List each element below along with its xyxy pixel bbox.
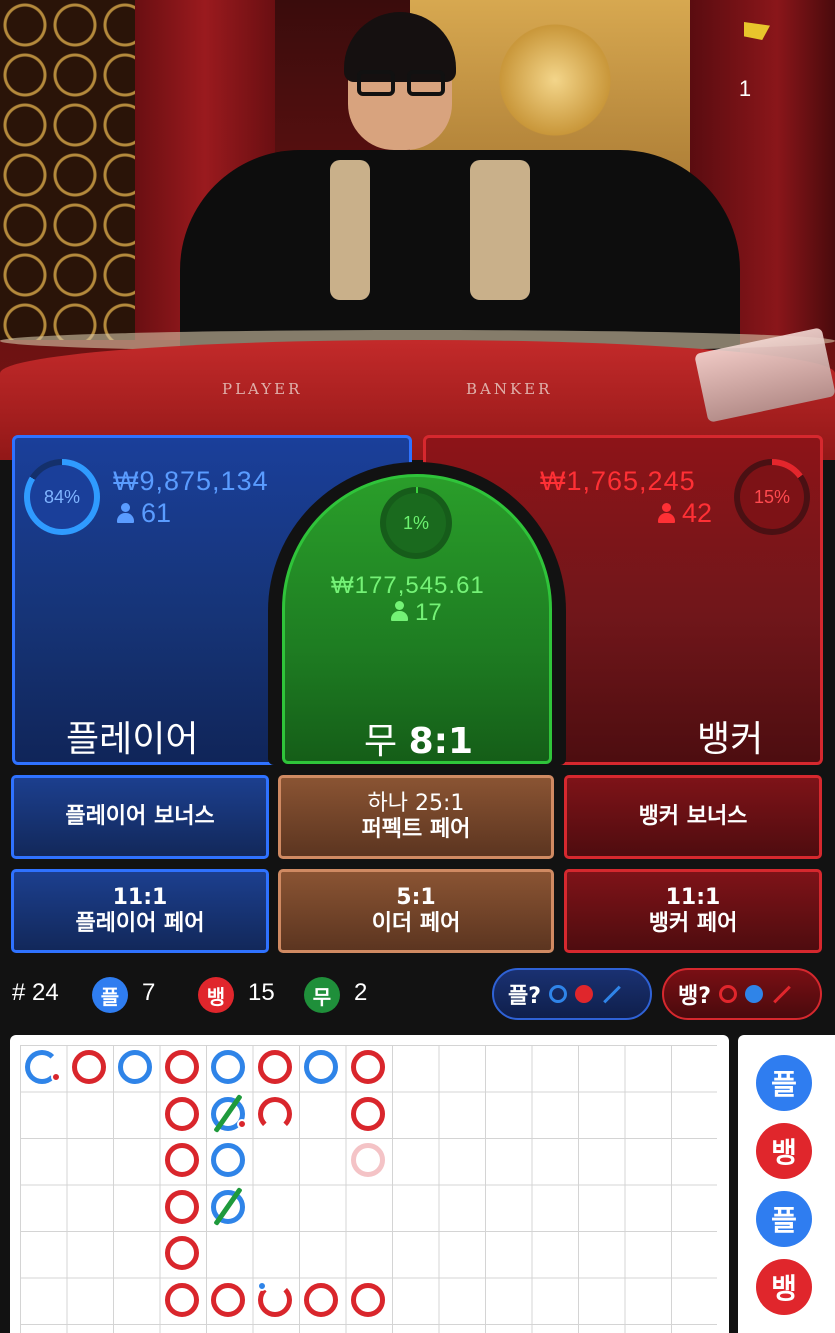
tie-label-text: 무 <box>364 721 398 762</box>
banker-pair-odds: 11:1 <box>665 885 721 910</box>
dealer-vest-right <box>470 160 530 300</box>
banker-count-value: 42 <box>682 498 713 528</box>
person-icon <box>391 601 408 621</box>
road-cell-banker <box>258 1097 292 1131</box>
player-count-value: 61 <box>141 498 172 528</box>
banker-percent-ring: 15% <box>734 459 810 535</box>
either-pair-button[interactable]: 5:1 이더 페어 <box>278 869 554 953</box>
big-road[interactable] <box>10 1035 729 1333</box>
player-bonus-button[interactable]: 플레이어 보너스 <box>11 775 269 859</box>
player-wins: 7 <box>142 979 156 1006</box>
side-road-item: 뱅 <box>756 1123 812 1179</box>
banker-percent: 15% <box>740 465 804 529</box>
road-cell-banker <box>258 1050 292 1084</box>
tie-count: 17 <box>391 599 442 627</box>
player-amount: ₩9,875,134 <box>113 466 269 496</box>
road-cell-player <box>118 1050 152 1084</box>
player-count: 61 <box>117 498 171 529</box>
road-cell-banker <box>304 1283 338 1317</box>
road-cell-banker <box>72 1050 106 1084</box>
either-pair-label: 이더 페어 <box>371 911 461 936</box>
perfect-pair-button[interactable]: 하나 25:1 퍼펙트 페어 <box>278 775 554 859</box>
tie-wins: 2 <box>354 979 368 1006</box>
circle-icon <box>719 985 738 1003</box>
road-cell-player <box>211 1050 245 1084</box>
tie-count-value: 17 <box>415 599 442 626</box>
perfect-pair-odds: 하나 25:1 <box>367 791 465 816</box>
player-badge: 플 <box>92 977 128 1013</box>
tie-percent: 1% <box>386 493 446 553</box>
person-icon <box>117 503 134 523</box>
dot-icon <box>745 985 764 1003</box>
banker-pair-label: 뱅커 페어 <box>648 911 738 936</box>
road-cell-banker <box>165 1236 199 1270</box>
banker-pair-button[interactable]: 11:1 뱅커 페어 <box>564 869 822 953</box>
banker-label: 뱅커 <box>697 719 764 760</box>
round-number: 1 <box>738 76 752 101</box>
banker-pair-dot <box>51 1072 61 1082</box>
side-road-item: 뱅 <box>756 1259 812 1315</box>
slash-icon <box>603 985 621 1003</box>
road-cell-banker <box>351 1283 385 1317</box>
banker-pair-dot <box>237 1119 247 1129</box>
slash-icon <box>773 985 791 1003</box>
banker-badge: 뱅 <box>198 977 234 1013</box>
player-pair-label: 플레이어 페어 <box>75 911 205 936</box>
player-percent: 84% <box>30 465 94 529</box>
player-pair-button[interactable]: 11:1 플레이어 페어 <box>11 869 269 953</box>
road-cell-player <box>304 1050 338 1084</box>
tie-label: 무 8:1 <box>364 712 473 764</box>
player-percent-ring: 84% <box>24 459 100 535</box>
tie-amount: ₩177,545.61 <box>331 572 485 599</box>
road-cell-banker <box>351 1097 385 1131</box>
decor-wall <box>0 0 150 340</box>
road-cell-banker <box>165 1283 199 1317</box>
dealer-vest-left <box>330 160 370 300</box>
banker-bonus-button[interactable]: 뱅커 보너스 <box>564 775 822 859</box>
road-cell-banker <box>351 1050 385 1084</box>
circle-icon <box>549 985 568 1003</box>
player-bonus-label: 플레이어 보너스 <box>65 804 215 829</box>
road-cell-banker <box>165 1143 199 1177</box>
tie-percent-ring: 1% <box>380 487 452 559</box>
banker-ask-label: 뱅? <box>678 984 712 1009</box>
either-pair-odds: 5:1 <box>396 885 436 910</box>
road-cell-banker <box>165 1097 199 1131</box>
table-label-player: PLAYER <box>222 380 303 398</box>
player-ask-label: 플? <box>508 984 542 1009</box>
banker-count: 42 <box>658 498 712 529</box>
dealer-glasses <box>357 70 447 98</box>
player-pair-dot <box>257 1281 267 1291</box>
perfect-pair-label: 퍼펙트 페어 <box>361 817 471 842</box>
player-label: 플레이어 <box>66 719 199 760</box>
tie-payout: 8:1 <box>408 721 474 762</box>
banker-wins: 15 <box>248 979 275 1006</box>
side-road-item: 플 <box>756 1055 812 1111</box>
person-icon <box>658 503 675 523</box>
road-cell-predicted <box>351 1143 385 1177</box>
road-cell-player <box>211 1143 245 1177</box>
road-cell-banker <box>165 1190 199 1224</box>
player-ask-button[interactable]: 플? <box>492 968 652 1020</box>
tie-badge: 무 <box>304 977 340 1013</box>
banker-amount: ₩1,765,245 <box>540 466 696 496</box>
side-road: 플 뱅 플 뱅 <box>738 1035 835 1333</box>
road-cell-banker <box>211 1283 245 1317</box>
road-cell-banker <box>165 1050 199 1084</box>
banker-ask-button[interactable]: 뱅? <box>662 968 822 1020</box>
player-pair-odds: 11:1 <box>112 885 168 910</box>
round-count: # 24 <box>12 979 59 1006</box>
dot-icon <box>575 985 594 1003</box>
side-road-item: 플 <box>756 1191 812 1247</box>
live-video-feed: PLAYER BANKER 1 <box>0 0 835 460</box>
table-label-banker: BANKER <box>466 380 553 398</box>
banker-bonus-label: 뱅커 보너스 <box>638 804 748 829</box>
